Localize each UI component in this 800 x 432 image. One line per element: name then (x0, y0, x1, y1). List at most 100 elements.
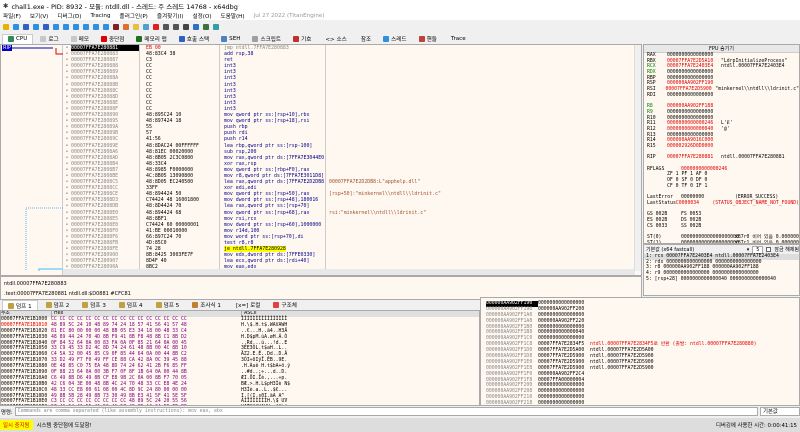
tab-7[interactable]: SEH (216, 34, 245, 44)
menu-item[interactable]: Tracing (90, 13, 110, 19)
instruction-mnemonic: push rbp (224, 124, 248, 130)
horizontal-scrollbar[interactable] (63, 269, 635, 275)
instruction-mnemonic: mov qword ptr ss:[rsp+68],rax (224, 210, 309, 216)
dump-tab-4[interactable]: 덤프 4 (114, 300, 148, 310)
tab-label: 조사식 1 (200, 301, 221, 309)
cpu-disassembly-panel: RIP •00007FFA7E280881EB 00jmp ntdll.7FFA… (0, 44, 642, 276)
instruction-mnemonic: xor edi,edi (224, 185, 256, 191)
menu-bar: 파일(F) 보기(V) 디버그(D) Tracing 플러그인(P) 즐겨찾기(I) 설정(… (0, 11, 800, 20)
dump-tab-7[interactable]: [x=] 로컬 (229, 300, 265, 310)
instruction-mnemonic: ret (224, 57, 233, 63)
tab-label: 핸들 (427, 35, 437, 43)
tab-12[interactable]: 스레드 (378, 34, 411, 44)
run-icon[interactable] (33, 24, 39, 30)
tab-2[interactable]: 로그 (35, 34, 63, 44)
tab-9[interactable]: 기호 (288, 34, 316, 44)
patch-icon[interactable] (123, 24, 129, 30)
disassembly-view[interactable]: •00007FFA7E280881EB 00jmp ntdll.7FFA7E28… (63, 45, 635, 271)
dump-tab-8[interactable]: 구조체 (268, 300, 301, 310)
restart-icon[interactable] (13, 24, 19, 30)
menu-item[interactable]: 즐겨찾기(I) (157, 12, 184, 20)
dump-tab-3[interactable]: 덤프 3 (77, 300, 111, 310)
instruction-mnemonic: lea ecx,qword ptr ds:[rdi+40] (224, 258, 309, 264)
step-into-icon[interactable] (53, 24, 59, 30)
tab-icon (252, 36, 258, 42)
stop-icon[interactable] (23, 24, 29, 30)
tab-6[interactable]: 호출 스택 (174, 34, 214, 44)
calculator-icon[interactable] (203, 24, 209, 30)
tab-11[interactable]: 참조 (354, 34, 376, 44)
pause-icon[interactable] (43, 24, 49, 30)
tab-label: 스레드 (391, 35, 406, 43)
instruction-mnemonic: int3 (224, 88, 236, 94)
instruction-mnemonic: mov qword ptr ss:[rsp+18],rsi (224, 118, 309, 124)
argument-row[interactable]: 1: rcx 00007FFA7E2403E4 ntdll.00007FFA7E… (644, 254, 799, 260)
debug-state-badge: 일시 중지됨 (0, 420, 33, 430)
register-comment: ntdll.00007FFA7E2403E4 (721, 64, 785, 70)
tab-label: Trace (451, 36, 466, 42)
tab-label: 메모리 맵 (144, 35, 166, 43)
instruction-mnemonic: lea rbp,qword ptr ss:[rsp-100] (224, 143, 312, 149)
instruction-mnemonic: push r14 (224, 136, 248, 142)
dump-tab-6[interactable]: 조사식 1 (187, 300, 226, 310)
function-icon[interactable] (163, 24, 169, 30)
font-icon[interactable] (183, 24, 189, 30)
tab-label: 기호 (301, 35, 311, 43)
tab-14[interactable]: Trace (444, 34, 471, 44)
chevron-down-icon[interactable]: ▾ (747, 247, 750, 253)
menu-item[interactable]: 파일(F) (3, 12, 21, 20)
command-type-select[interactable]: 기본값 (760, 407, 800, 416)
menu-item[interactable]: 플러그인(P) (120, 12, 148, 20)
vertical-scrollbar[interactable] (634, 45, 641, 271)
calling-convention-select[interactable]: 기본값 (x64 fastcall) (646, 246, 744, 253)
comment-icon[interactable] (133, 24, 139, 30)
dump-tab-2[interactable]: 덤프 2 (41, 300, 75, 310)
menu-item[interactable]: 도움말(H) (221, 12, 245, 20)
trace-into-icon[interactable] (73, 24, 79, 30)
instruction-mnemonic: test r8,r8 (224, 240, 253, 246)
tab-label: 스크립트 (260, 35, 281, 43)
dump-tab-icon (156, 302, 162, 308)
tab-10[interactable]: <> 소스 (318, 34, 351, 44)
branch-graph: RIP (1, 45, 63, 275)
hash-icon[interactable] (173, 24, 179, 30)
step-over-icon[interactable] (63, 24, 69, 30)
run-to-user-icon[interactable] (103, 24, 109, 30)
instruction-mnemonic: mov dword ptr ss:[rsp+48],180016 (224, 197, 318, 203)
tab-4[interactable]: 중단점 (96, 34, 129, 44)
instruction-mnemonic: mov qword ptr ss:[rbp+F0],rax (224, 167, 309, 173)
arg-count-spinner[interactable]: 5 (752, 246, 763, 254)
argument-row[interactable]: 5: [rsp+28] 0000000000000040 00000000000… (644, 277, 799, 283)
dump-tab-5[interactable]: 덤프 5 (151, 300, 185, 310)
instruction-mnemonic: xor rax,rsp (224, 161, 256, 167)
menu-item[interactable]: 보기(V) (30, 12, 48, 20)
settings-icon[interactable] (213, 24, 219, 30)
lock-checkbox[interactable] (766, 247, 771, 252)
bookmark-icon[interactable] (153, 24, 159, 30)
tab-5[interactable]: 메모리 맵 (131, 34, 171, 44)
tab-3[interactable]: 메모 (66, 34, 94, 44)
info-icon[interactable] (193, 24, 199, 30)
tab-icon (419, 36, 425, 42)
open-icon[interactable] (3, 24, 9, 30)
tab-label: 참조 (361, 35, 371, 43)
tab-label: 덤프 4 (127, 301, 143, 309)
menu-item[interactable]: 설정(O) (192, 12, 211, 20)
trace-over-icon[interactable] (83, 24, 89, 30)
instruction-mnemonic: int3 (224, 106, 236, 112)
dump-tab-icon (192, 302, 198, 308)
execute-till-return-icon[interactable] (93, 24, 99, 30)
instruction-mnemonic: mov rsi,rcx (224, 216, 256, 222)
highlight-icon[interactable] (113, 24, 119, 30)
menu-item[interactable]: 디버그(D) (57, 12, 81, 20)
fpu-toggle-button[interactable]: FPU 숨기기 (644, 45, 799, 53)
dump-tab-1[interactable]: 덤프 1 (2, 300, 38, 310)
tab-1[interactable]: CPU (2, 34, 33, 44)
label-icon[interactable] (143, 24, 149, 30)
tab-13[interactable]: 핸들 (414, 34, 442, 44)
instruction-mnemonic: int3 (224, 69, 236, 75)
instruction-mnemonic: mov r8,qword ptr ds:[7FFA7E3011D8] (224, 173, 324, 179)
status-message: 시스템 중단점에 도달함! (37, 421, 92, 429)
tab-8[interactable]: 스크립트 (247, 34, 286, 44)
command-input[interactable]: Commands are comma separated (like assem… (15, 407, 758, 416)
